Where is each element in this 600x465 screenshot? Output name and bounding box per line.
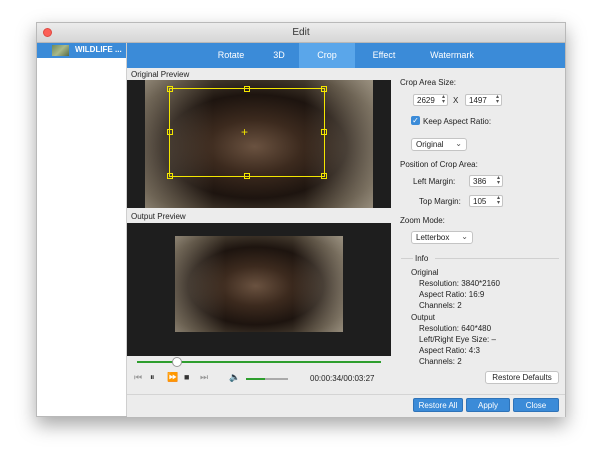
dialog-footer: Restore All Apply Close xyxy=(127,394,565,417)
output-info-heading: Output xyxy=(411,313,436,322)
stop-icon[interactable]: ■ xyxy=(184,372,189,382)
volume-icon[interactable]: 🔈 xyxy=(229,372,240,383)
zoom-mode-label: Zoom Mode: xyxy=(400,216,445,225)
pause-icon[interactable]: ⏸ xyxy=(150,372,155,383)
crop-handle-bottom-right[interactable] xyxy=(321,173,327,179)
checkmark-icon: ✓ xyxy=(412,116,419,125)
keep-aspect-label: Keep Aspect Ratio: xyxy=(423,117,492,126)
keep-aspect-checkbox[interactable]: ✓ xyxy=(411,116,420,125)
chevron-down-icon: ⌄ xyxy=(455,139,462,148)
tab-bar: Rotate 3D Crop Effect Watermark xyxy=(127,43,565,68)
original-resolution: Resolution: 3840*2160 xyxy=(419,279,500,288)
dimension-separator: X xyxy=(453,96,459,105)
tab-watermark[interactable]: Watermark xyxy=(413,43,491,68)
crop-area-size-label: Crop Area Size: xyxy=(400,78,457,87)
playback-controls: ⏮ ⏸ ⏩ ■ ⏭ 🔈 00:00:34/00:03:27 xyxy=(127,356,391,394)
top-margin-stepper[interactable]: 105 ▴ ▾ xyxy=(469,195,503,207)
left-margin-label: Left Margin: xyxy=(413,177,456,186)
restore-all-button[interactable]: Restore All xyxy=(413,398,463,412)
tab-rotate[interactable]: Rotate xyxy=(206,43,256,68)
zoom-mode-value: Letterbox xyxy=(416,233,450,242)
file-sidebar: WILDLIFE ... xyxy=(37,43,127,416)
left-margin-stepper[interactable]: 386 ▴ ▾ xyxy=(469,175,503,187)
stepper-arrows-icon[interactable]: ▴ ▾ xyxy=(497,195,500,206)
stepper-arrows-icon[interactable]: ▴ ▾ xyxy=(496,94,499,105)
output-preview-label: Output Preview xyxy=(131,212,186,221)
output-channels: Channels: 2 xyxy=(419,357,462,366)
info-divider xyxy=(401,258,413,259)
crop-handle-top[interactable] xyxy=(244,86,250,92)
top-margin-value: 105 xyxy=(473,197,487,206)
crop-width-stepper[interactable]: 2629 ▴ ▾ xyxy=(413,94,448,106)
progress-knob[interactable] xyxy=(172,357,183,367)
crop-center-icon: + xyxy=(241,125,249,139)
stepper-arrows-icon[interactable]: ▴ ▾ xyxy=(442,94,445,105)
restore-defaults-button[interactable]: Restore Defaults xyxy=(485,371,559,384)
info-heading: Info xyxy=(415,254,429,263)
output-preview-image xyxy=(175,236,343,332)
aspect-ratio-select[interactable]: Original ⌄ xyxy=(411,138,467,151)
crop-handle-bottom[interactable] xyxy=(244,173,250,179)
sidebar-item-label: WILDLIFE ... xyxy=(75,45,122,54)
crop-width-value: 2629 xyxy=(417,96,435,105)
first-frame-icon[interactable]: ⏮ xyxy=(134,372,142,383)
aspect-ratio-value: Original xyxy=(416,140,444,149)
zoom-mode-select[interactable]: Letterbox ⌄ xyxy=(411,231,473,244)
output-eye-size: Left/Right Eye Size: – xyxy=(419,335,496,344)
crop-settings-panel: Crop Area Size: 2629 ▴ ▾ X 1497 ▴ ▾ ✓ Keep… xyxy=(393,68,565,394)
tab-effect[interactable]: Effect xyxy=(357,43,411,68)
playback-time: 00:00:34/00:03:27 xyxy=(310,374,375,383)
sidebar-item-wildlife[interactable]: WILDLIFE ... xyxy=(37,43,126,58)
last-frame-icon[interactable]: ⏭ xyxy=(200,372,208,383)
crop-handle-left[interactable] xyxy=(167,129,173,135)
edit-window: Edit WILDLIFE ... Rotate 3D Crop Effect … xyxy=(36,22,566,417)
volume-level xyxy=(246,378,265,380)
tab-crop[interactable]: Crop xyxy=(299,43,355,68)
original-preview-label: Original Preview xyxy=(131,70,190,79)
volume-slider[interactable] xyxy=(246,378,288,380)
crop-height-value: 1497 xyxy=(469,96,487,105)
tab-3d[interactable]: 3D xyxy=(261,43,297,68)
crop-handle-top-left[interactable] xyxy=(167,86,173,92)
chevron-down-icon: ⌄ xyxy=(461,232,468,241)
crop-handle-right[interactable] xyxy=(321,129,327,135)
crop-handle-top-right[interactable] xyxy=(321,86,327,92)
info-divider xyxy=(435,258,559,259)
stepper-arrows-icon[interactable]: ▴ ▾ xyxy=(497,175,500,186)
original-channels: Channels: 2 xyxy=(419,301,462,310)
close-button[interactable]: Close xyxy=(513,398,559,412)
output-resolution: Resolution: 640*480 xyxy=(419,324,492,333)
top-margin-label: Top Margin: xyxy=(419,197,461,206)
original-aspect-ratio: Aspect Ratio: 16:9 xyxy=(419,290,485,299)
original-info-heading: Original xyxy=(411,268,439,277)
apply-button[interactable]: Apply xyxy=(466,398,510,412)
output-aspect-ratio: Aspect Ratio: 4:3 xyxy=(419,346,480,355)
video-thumbnail xyxy=(52,45,69,56)
crop-height-stepper[interactable]: 1497 ▴ ▾ xyxy=(465,94,502,106)
fast-forward-icon[interactable]: ⏩ xyxy=(167,372,178,383)
window-title: Edit xyxy=(292,27,310,38)
original-preview: + xyxy=(127,80,391,208)
output-preview xyxy=(127,223,391,356)
left-margin-value: 386 xyxy=(473,177,487,186)
crop-handle-bottom-left[interactable] xyxy=(167,173,173,179)
crop-position-label: Position of Crop Area: xyxy=(400,160,478,169)
title-bar: Edit xyxy=(37,23,565,43)
